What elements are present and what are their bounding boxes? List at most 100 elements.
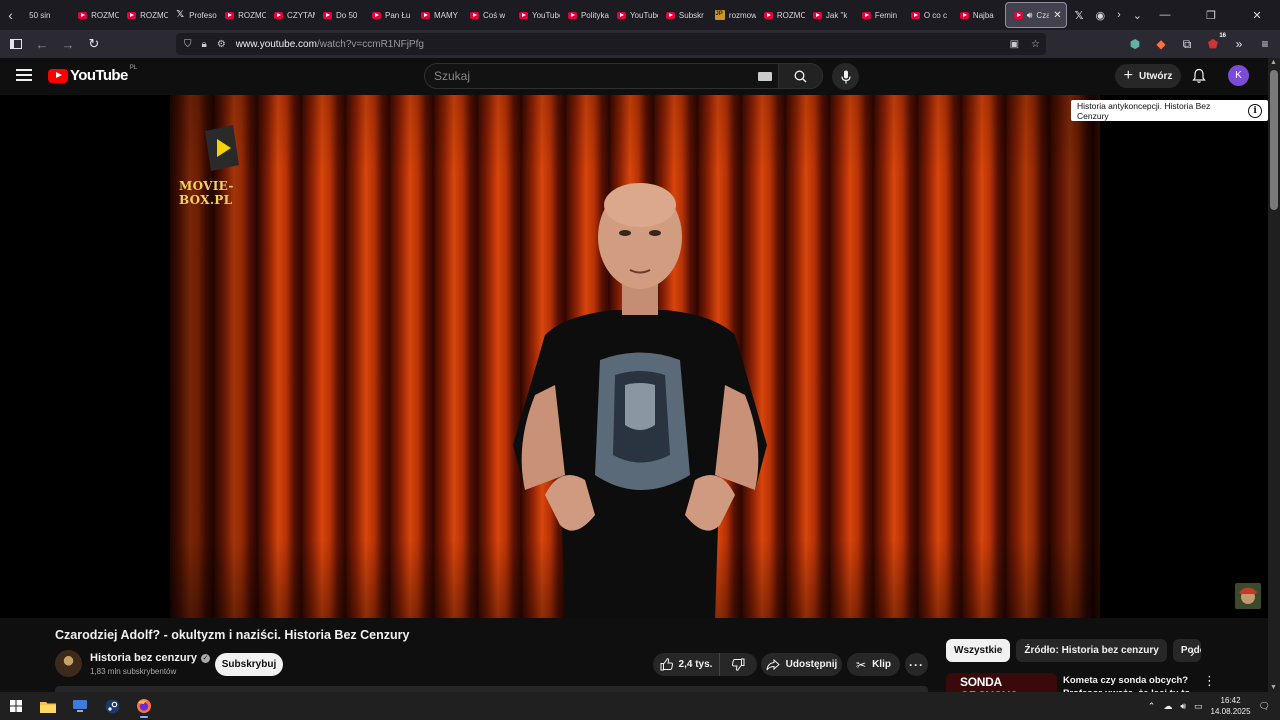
page-scrollbar[interactable]: ▲ ▼: [1268, 58, 1280, 692]
close-tab-icon[interactable]: ✕: [1053, 10, 1061, 21]
guide-menu-icon[interactable]: [16, 69, 32, 81]
shield-icon[interactable]: ⛉: [184, 39, 192, 50]
info-icon[interactable]: i: [1248, 103, 1262, 118]
volume-icon[interactable]: 🔊︎: [1180, 701, 1186, 712]
firefox-taskbar-icon[interactable]: [128, 692, 160, 720]
verified-badge-icon: ✓: [200, 653, 210, 663]
browser-tab-title: CZYTAMY: [287, 10, 315, 20]
create-button[interactable]: + Utwórz: [1115, 64, 1181, 88]
bookmark-star-icon[interactable]: ☆: [1031, 39, 1040, 50]
ublock-extension-icon[interactable]: ⬟ 16: [1204, 33, 1226, 51]
chip-all[interactable]: Wszystkie: [946, 639, 1011, 662]
browser-tab-title: ROZMOWA: [140, 10, 169, 20]
browser-tab[interactable]: ROZMOWA: [119, 2, 168, 28]
restore-button[interactable]: ❐: [1188, 9, 1234, 22]
youtube-logo[interactable]: YouTube PL: [48, 65, 137, 84]
forward-button[interactable]: →: [56, 32, 80, 56]
overflow-chevron-icon[interactable]: »: [1230, 37, 1248, 51]
extensions-puzzle-icon[interactable]: ⧉: [1178, 37, 1196, 52]
subscribe-button[interactable]: Subskrybuj: [215, 653, 283, 676]
taskbar-clock[interactable]: 16:42 14.08.2025: [1211, 695, 1251, 717]
reload-button[interactable]: ↻: [82, 32, 106, 56]
browser-tab[interactable]: Subskr: [658, 2, 707, 28]
youtube-favicon-icon: [1013, 11, 1023, 19]
tray-overflow-icon[interactable]: ⌃: [1148, 701, 1156, 712]
chips-next-chevron-icon[interactable]: ›: [1190, 644, 1195, 660]
browser-tab[interactable]: Pan Łu: [364, 2, 413, 28]
back-button[interactable]: ←: [30, 32, 54, 56]
minimize-button[interactable]: —: [1142, 9, 1188, 21]
onedrive-icon[interactable]: ☁: [1163, 701, 1172, 712]
list-all-tabs-button[interactable]: ⌄: [1133, 9, 1142, 22]
dislike-button[interactable]: [719, 653, 757, 676]
network-icon[interactable]: ▭: [1194, 701, 1203, 712]
browser-tab-title: Polityka: [580, 10, 609, 20]
browser-tab[interactable]: Femin: [854, 2, 903, 28]
search-input[interactable]: Szukaj: [425, 69, 758, 83]
browser-tab[interactable]: Polityka: [560, 2, 609, 28]
remote-desktop-icon[interactable]: [64, 692, 96, 720]
file-explorer-icon[interactable]: [32, 692, 64, 720]
like-button[interactable]: 2,4 tys.: [653, 653, 719, 676]
browser-tab[interactable]: YouTube: [609, 2, 658, 28]
recommendation-thumbnail[interactable]: SONDA OBCYCH?: [946, 673, 1057, 693]
browser-tab[interactable]: O co c: [903, 2, 952, 28]
browser-tab[interactable]: ROZMOWA: [756, 2, 805, 28]
app-menu-icon[interactable]: ≡: [1256, 37, 1274, 51]
browser-tab[interactable]: Najba: [952, 2, 1001, 28]
scroll-up-arrow-icon[interactable]: ▲: [1270, 59, 1277, 66]
browser-toolbar: ← → ↻ ⛉ 🔒︎ ⚙ www.youtube.com/watch?v=ccm…: [0, 30, 1280, 58]
clip-button[interactable]: ✂ Klip: [847, 653, 900, 676]
channel-avatar[interactable]: [55, 650, 82, 677]
search-button[interactable]: [778, 64, 822, 88]
search-box[interactable]: Szukaj: [424, 63, 823, 89]
reader-view-icon[interactable]: ▣: [1010, 39, 1019, 50]
browser-tab[interactable]: ROZMOWA: [70, 2, 119, 28]
notifications-bell-icon[interactable]: [1191, 68, 1207, 84]
windows-logo-icon: [10, 700, 22, 712]
tab-scroll-right-button[interactable]: ›: [1117, 9, 1121, 21]
url-bar[interactable]: ⛉ 🔒︎ ⚙ www.youtube.com/watch?v=ccmR1NFjP…: [176, 33, 1046, 55]
chip-related[interactable]: Podobne: [1172, 639, 1201, 662]
close-window-button[interactable]: ✕: [1234, 9, 1280, 22]
permissions-icon[interactable]: ⚙: [217, 39, 226, 50]
share-button[interactable]: Udostępnij: [761, 653, 842, 676]
channel-name[interactable]: Historia bez cenzury ✓: [90, 652, 210, 664]
vpn-extension-icon[interactable]: ⬢: [1126, 37, 1144, 51]
more-actions-button[interactable]: ···: [905, 653, 928, 676]
browser-tab[interactable]: MAMY: [413, 2, 462, 28]
x-favicon-icon[interactable]: 𝕏: [1075, 9, 1084, 22]
keyboard-icon[interactable]: [758, 71, 772, 81]
scrollbar-thumb[interactable]: [1270, 70, 1278, 210]
browser-tab[interactable]: 50 sin: [21, 2, 70, 28]
account-avatar[interactable]: K: [1228, 65, 1249, 86]
scroll-down-arrow-icon[interactable]: ▼: [1270, 684, 1277, 691]
active-tab[interactable]: 🔊︎ Czarodziej ✕: [1004, 2, 1067, 28]
steam-icon[interactable]: [96, 692, 128, 720]
browser-tab[interactable]: Profesor: [168, 2, 217, 28]
speaker-icon[interactable]: 🔊︎: [1027, 10, 1033, 21]
browser-tab[interactable]: Do 50: [315, 2, 364, 28]
browser-tab[interactable]: Jak "k: [805, 2, 854, 28]
voice-search-button[interactable]: [832, 63, 859, 90]
notifications-icon[interactable]: 🗨: [1259, 701, 1270, 712]
recommendation-menu-icon[interactable]: ⋮: [1203, 673, 1216, 689]
browser-tab[interactable]: Coś w: [462, 2, 511, 28]
browser-tab[interactable]: rozmowa: [707, 2, 756, 28]
chip-source-channel[interactable]: Źródło: Historia bez cenzury: [1016, 639, 1167, 662]
youtube-favicon-icon: [959, 11, 969, 19]
channel-watermark[interactable]: [1235, 583, 1261, 609]
recommendation-title[interactable]: Kometa czy sonda obcych? Profesor uważa,…: [1063, 674, 1193, 694]
info-card-teaser[interactable]: Historia antykoncepcji. Historia Bez Cen…: [1071, 100, 1268, 121]
browser-tab[interactable]: CZYTAMY: [266, 2, 315, 28]
fox-extension-icon[interactable]: ◆: [1152, 37, 1170, 51]
tab-favicon-icon[interactable]: ◉: [1095, 9, 1105, 22]
tab-scroll-left-button[interactable]: ‹: [0, 0, 21, 30]
browser-tab[interactable]: ROZMOWA: [217, 2, 266, 28]
video-player[interactable]: MOVIE-BOX.PL Historia antykoncepcji. His…: [0, 95, 1268, 618]
sidebar-toggle-icon[interactable]: [4, 32, 28, 56]
url-text[interactable]: www.youtube.com/watch?v=ccmR1NFjPfg: [236, 39, 424, 50]
browser-tab[interactable]: YouTube: [511, 2, 560, 28]
start-button[interactable]: [0, 692, 32, 720]
lock-icon[interactable]: 🔒︎: [202, 39, 207, 50]
